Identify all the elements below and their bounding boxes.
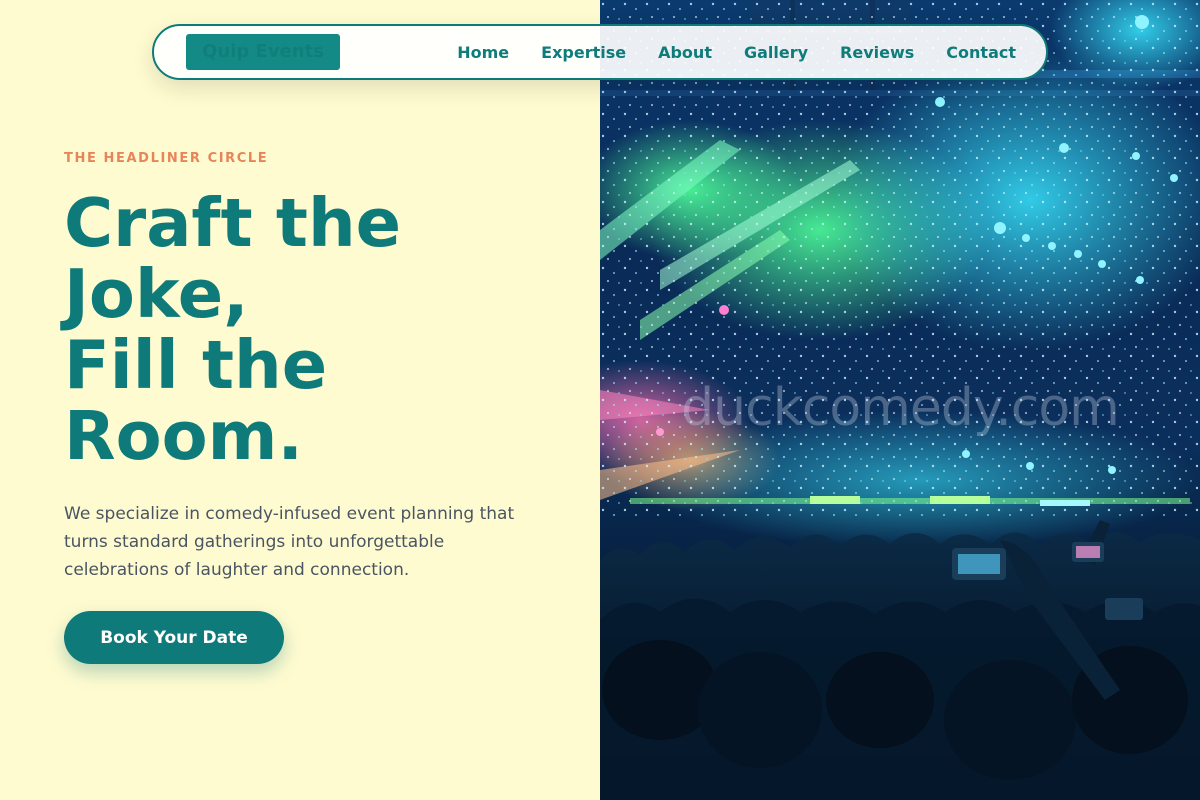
- nav-link-reviews[interactable]: Reviews: [840, 43, 914, 62]
- hero-headline: Craft the Joke, Fill the Room.: [64, 188, 584, 472]
- nav-link-about[interactable]: About: [658, 43, 712, 62]
- top-navbar: Quip Events Home Expertise About Gallery…: [152, 24, 1048, 80]
- crowd-silhouettes: [600, 520, 1200, 800]
- headline-line-4: Room.: [64, 397, 303, 475]
- headline-line-1: Craft the: [64, 184, 402, 262]
- hero-description: We specialize in comedy-infused event pl…: [64, 504, 515, 580]
- nav-links: Home Expertise About Gallery Reviews Con…: [425, 26, 1016, 78]
- nav-link-contact[interactable]: Contact: [946, 43, 1016, 62]
- watermark-text: duckcomedy.com: [681, 378, 1120, 438]
- concert-crowd-photo: duckcomedy.com: [600, 0, 1200, 800]
- nav-link-expertise[interactable]: Expertise: [541, 43, 626, 62]
- hero-eyebrow: THE HEADLINER CIRCLE: [64, 151, 269, 166]
- nav-link-home[interactable]: Home: [457, 43, 509, 62]
- nav-link-gallery[interactable]: Gallery: [744, 43, 808, 62]
- headline-line-2: Joke,: [64, 255, 249, 333]
- logo-button[interactable]: Quip Events: [186, 34, 340, 70]
- headline-line-3: Fill the: [64, 326, 328, 404]
- book-your-date-button[interactable]: Book Your Date: [64, 611, 284, 664]
